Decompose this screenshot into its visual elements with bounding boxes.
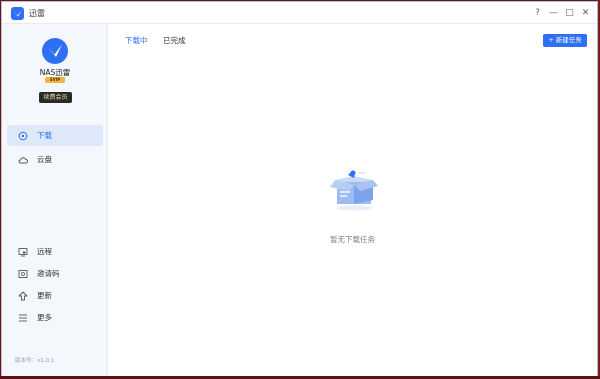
download-circle-icon (18, 131, 28, 141)
app-window: 迅雷 ? — □ ✕ NAS迅雷 SVIP 续费会员 下载 云盘 远程 邀请码 … (1, 1, 598, 376)
sidebar-item-remote[interactable]: 远程 (7, 241, 103, 262)
empty-state-text: 暂无下载任务 (330, 235, 375, 244)
sidebar-item-label: 远程 (37, 247, 52, 256)
window-title: 迅雷 (29, 9, 45, 18)
tab-completed[interactable]: 已完成 (163, 35, 186, 46)
empty-box-icon (330, 170, 378, 211)
sidebar-item-label: 更新 (37, 291, 52, 300)
version-label: 版本号：v1.0.1 (15, 358, 55, 364)
remote-icon (18, 247, 28, 257)
vip-badge: SVIP (45, 77, 65, 83)
sidebar-item-label: 更多 (37, 313, 52, 322)
bird-logo-icon (48, 44, 62, 57)
invite-code-icon (18, 269, 28, 279)
sidebar-item-download[interactable]: 下载 (7, 125, 103, 146)
main-content: 下载中 已完成 + 新建任务 暂无下载任务 (108, 24, 597, 376)
menu-icon (18, 313, 28, 323)
maximize-button[interactable]: □ (562, 5, 577, 20)
sidebar: NAS迅雷 SVIP 续费会员 下载 云盘 远程 邀请码 更新 更多 版本号：v… (2, 24, 108, 376)
sidebar-item-label: 云盘 (37, 155, 52, 164)
new-task-button[interactable]: + 新建任务 (543, 34, 587, 47)
avatar[interactable] (42, 38, 68, 64)
close-button[interactable]: ✕ (578, 5, 593, 20)
sidebar-item-label: 下载 (37, 131, 52, 140)
cloud-icon (18, 155, 28, 165)
plus-icon: + (548, 36, 556, 44)
title-bar: 迅雷 ? — □ ✕ (2, 2, 597, 24)
sidebar-item-update[interactable]: 更新 (7, 285, 103, 306)
sidebar-item-label: 邀请码 (37, 269, 60, 278)
sidebar-item-invite-code[interactable]: 邀请码 (7, 263, 103, 284)
sidebar-item-more[interactable]: 更多 (7, 307, 103, 328)
tab-downloading[interactable]: 下载中 (125, 35, 148, 46)
minimize-button[interactable]: — (546, 5, 561, 20)
help-button[interactable]: ? (530, 5, 545, 20)
update-arrow-icon (18, 291, 28, 301)
app-logo-icon (11, 7, 24, 20)
renew-membership-button[interactable]: 续费会员 (39, 92, 72, 103)
sidebar-item-cloud[interactable]: 云盘 (7, 149, 103, 170)
new-task-label: 新建任务 (555, 36, 582, 44)
